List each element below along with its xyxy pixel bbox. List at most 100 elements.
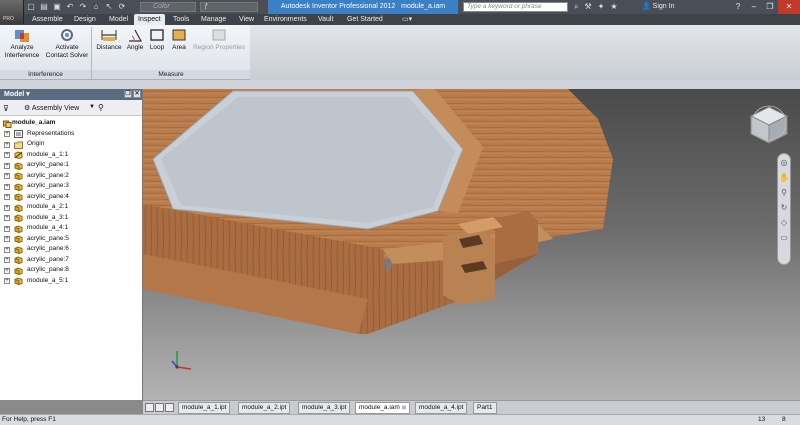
activate-contact-solver-button[interactable]: Activate Contact Solver — [44, 27, 90, 60]
search-icon[interactable]: ⌕ — [574, 2, 578, 12]
open-icon[interactable]: ▤ — [39, 2, 49, 12]
close-button[interactable]: ✕ — [778, 0, 800, 14]
distance-button[interactable]: Distance — [94, 27, 124, 52]
filter-icon[interactable]: ⊽ — [3, 104, 9, 113]
tree-item[interactable]: + Origin — [0, 139, 142, 150]
navbar-options-icon[interactable]: ▭ — [778, 232, 790, 244]
viewcube-icon[interactable] — [747, 103, 791, 147]
expand-icon[interactable]: + — [4, 183, 10, 190]
tabs-more-icon[interactable]: ▭▾ — [398, 14, 416, 25]
steering-wheel-icon[interactable]: ◎ — [778, 157, 790, 169]
graphics-viewport[interactable]: ◎ ✋ ⚲ ↻ ◇ ▭ — [143, 89, 800, 400]
document-tab[interactable]: module_a_3.ipt — [298, 402, 351, 414]
expand-icon[interactable]: + — [4, 173, 10, 179]
subscription-icon[interactable]: ✦ — [598, 2, 605, 12]
tab-inspect[interactable]: Inspect — [134, 14, 165, 25]
browser-restore-button[interactable]: ❐ — [124, 90, 132, 98]
expand-icon[interactable]: + — [4, 152, 10, 158]
new-icon[interactable]: ▢ — [26, 2, 36, 12]
star-icon[interactable]: ★ — [610, 2, 617, 12]
sign-in-button[interactable]: 👤 Sign In — [642, 2, 674, 10]
expand-icon[interactable]: + — [4, 194, 10, 200]
tab-tools[interactable]: Tools — [169, 14, 193, 25]
chevron-down-icon[interactable]: ▼ — [89, 104, 95, 110]
pan-icon[interactable]: ✋ — [778, 172, 790, 184]
help-icon[interactable]: ? — [730, 0, 746, 14]
document-tab[interactable]: module_a_4.ipt — [415, 402, 468, 414]
area-button[interactable]: Area — [169, 27, 189, 52]
tab-assemble[interactable]: Assemble — [28, 14, 67, 25]
cascade-view-icon[interactable] — [155, 403, 164, 412]
expand-icon[interactable]: + — [4, 278, 10, 284]
tree-item[interactable]: + acrylic_pane:1 — [0, 160, 142, 171]
document-tab[interactable]: module_a.iam ⊠ — [355, 402, 411, 414]
area-icon — [172, 29, 186, 41]
tab-model[interactable]: Model — [105, 14, 132, 25]
restore-button[interactable]: ❐ — [762, 0, 778, 14]
home-icon[interactable]: ⌂ — [91, 2, 101, 12]
analyze-interference-button[interactable]: Analyze Interference — [1, 27, 43, 60]
expand-icon[interactable]: + — [4, 215, 10, 221]
close-tab-icon[interactable]: ⊠ — [402, 405, 406, 411]
tree-item[interactable]: + acrylic_pane:5 — [0, 234, 142, 245]
expand-icon[interactable]: + — [4, 162, 10, 169]
minimize-button[interactable]: – — [746, 0, 762, 14]
tab-get-started[interactable]: Get Started — [343, 14, 387, 25]
arrange-view-icon[interactable] — [165, 403, 174, 412]
look-at-icon[interactable]: ◇ — [778, 217, 790, 229]
zoom-icon[interactable]: ⚲ — [778, 187, 790, 199]
save-icon[interactable]: ▣ — [52, 2, 62, 12]
browser-close-button[interactable]: ✕ — [133, 90, 141, 98]
document-tab[interactable]: Part1 — [473, 402, 497, 414]
orbit-icon[interactable]: ↻ — [778, 202, 790, 214]
angle-button[interactable]: Angle — [124, 27, 146, 52]
expand-icon[interactable]: + — [4, 246, 10, 253]
tab-design[interactable]: Design — [70, 14, 100, 25]
expand-icon[interactable]: + — [4, 131, 10, 137]
document-tab-label: module_a_4.ipt — [419, 404, 464, 411]
tree-item[interactable]: + Representations — [0, 129, 142, 140]
region-properties-button[interactable]: Region Properties — [190, 27, 248, 52]
tree-root-item[interactable]: module_a.iam — [0, 118, 142, 129]
expand-icon[interactable]: + — [4, 141, 10, 148]
loop-button[interactable]: Loop — [147, 27, 167, 52]
tile-view-icon[interactable] — [145, 403, 154, 412]
document-tab[interactable]: module_a_1.ipt — [178, 402, 231, 414]
color-dropdown[interactable]: Color — [140, 2, 196, 12]
tree-item[interactable]: + module_a_2:1 — [0, 202, 142, 213]
tab-environments[interactable]: Environments — [260, 14, 311, 25]
redo-icon[interactable]: ↷ — [78, 2, 88, 12]
wrench-icon[interactable]: ⚒ — [584, 2, 591, 12]
search-input[interactable]: Type a keyword or phrase — [463, 2, 568, 12]
tree-item[interactable]: + acrylic_pane:6 — [0, 244, 142, 255]
update-icon[interactable]: ⟳ — [117, 2, 127, 12]
assembly-view-dropdown[interactable]: ⚙ Assembly View — [24, 104, 79, 112]
model-scene[interactable] — [143, 89, 800, 400]
tree-item[interactable]: + module_a_1:1 — [0, 150, 142, 161]
fx-dropdown[interactable]: ƒ — [200, 2, 258, 12]
tab-manage[interactable]: Manage — [197, 14, 230, 25]
expand-icon[interactable]: + — [4, 204, 10, 211]
contact-solver-icon — [61, 29, 73, 41]
tree-item[interactable]: + module_a_5:1 — [0, 276, 142, 287]
tree-item[interactable]: + acrylic_pane:8 — [0, 265, 142, 276]
expand-icon[interactable]: + — [4, 257, 10, 263]
binoculars-icon[interactable]: ⚲ — [98, 103, 104, 112]
browser-header[interactable]: Model ▾ ❐ ✕ — [0, 89, 142, 100]
title-bar: PRO ▢ ▤ ▣ ↶ ↷ ⌂ ↖ ⟳ Color ƒ Autodesk Inv… — [0, 0, 800, 24]
document-tab[interactable]: module_a_2.ipt — [238, 402, 291, 414]
tab-view[interactable]: View — [235, 14, 258, 25]
tree-item[interactable]: + acrylic_pane:4 — [0, 192, 142, 203]
tree-item[interactable]: + acrylic_pane:7 — [0, 255, 142, 266]
expand-icon[interactable]: + — [4, 236, 10, 242]
tree-item[interactable]: + acrylic_pane:3 — [0, 181, 142, 192]
tree-item[interactable]: + module_a_4:1 — [0, 223, 142, 234]
tree-item[interactable]: + acrylic_pane:2 — [0, 171, 142, 182]
undo-icon[interactable]: ↶ — [65, 2, 75, 12]
select-icon[interactable]: ↖ — [104, 2, 114, 12]
tab-vault[interactable]: Vault — [314, 14, 337, 25]
tree-item[interactable]: + module_a_3:1 — [0, 213, 142, 224]
expand-icon[interactable]: + — [4, 225, 10, 232]
app-logo-button[interactable]: PRO — [0, 0, 24, 24]
expand-icon[interactable]: + — [4, 267, 10, 274]
